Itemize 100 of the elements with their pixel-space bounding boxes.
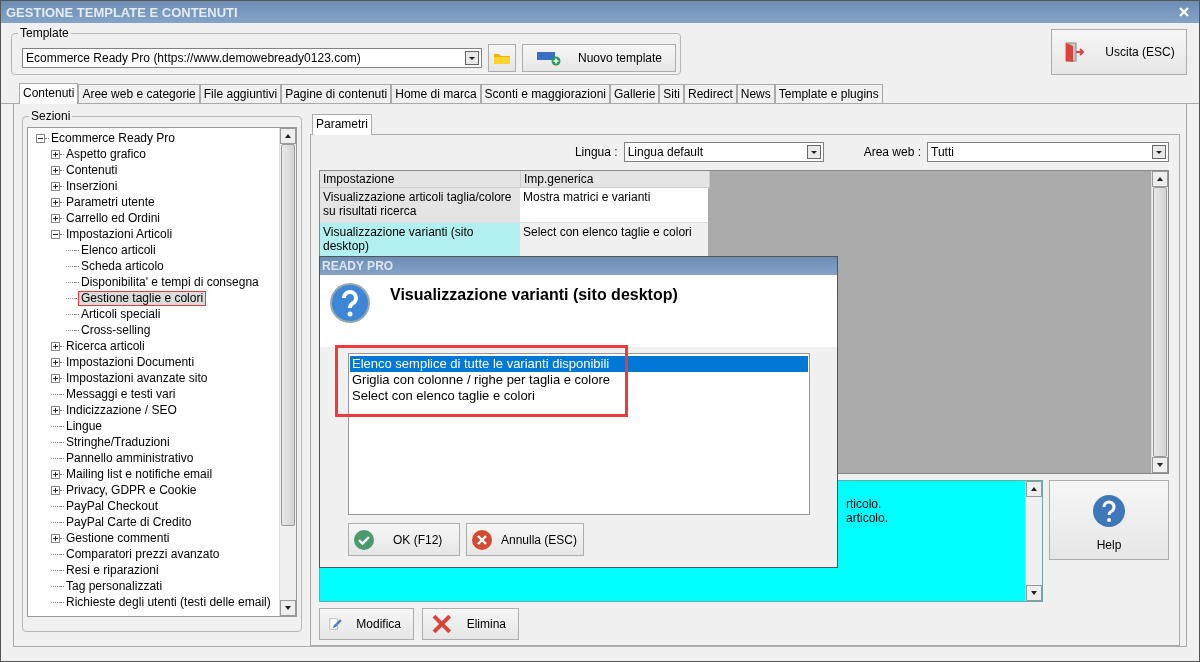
tree-item[interactable]: Resi e riparazioni xyxy=(64,562,161,578)
tree-item[interactable]: Elenco articoli xyxy=(79,242,158,258)
help-button[interactable]: Help xyxy=(1049,480,1169,560)
edit-button[interactable]: Modifica xyxy=(319,608,414,640)
new-template-button[interactable]: Nuovo template xyxy=(522,44,676,72)
tab[interactable]: Pagine di contenuti xyxy=(281,84,392,103)
tree-item[interactable]: Articoli speciali xyxy=(79,306,163,322)
scroll-up-icon[interactable] xyxy=(1026,481,1042,497)
scrollbar[interactable] xyxy=(1151,171,1168,473)
tab[interactable]: Gallerie xyxy=(610,84,660,103)
table-row[interactable]: Visualizzazione articoli taglia/colore su risultati ricerca Mostra matrici e varianti xyxy=(320,188,708,223)
tree-item[interactable]: Carrello ed Ordini xyxy=(64,210,163,226)
folder-icon xyxy=(493,51,511,65)
list-option[interactable]: Select con elenco taglie e colori xyxy=(350,388,808,404)
tree-item[interactable]: Impostazioni Documenti xyxy=(64,354,197,370)
add-template-icon xyxy=(535,50,562,66)
tree-item[interactable]: Privacy, GDPR e Cookie xyxy=(64,482,199,498)
tree-item[interactable]: Gestione commenti xyxy=(64,530,172,546)
scroll-thumb[interactable] xyxy=(1153,187,1167,457)
scroll-down-icon[interactable] xyxy=(1026,585,1042,601)
expander-icon[interactable] xyxy=(51,469,60,479)
exit-button[interactable]: Uscita (ESC) xyxy=(1051,29,1187,75)
tree-item[interactable]: Impostazioni avanzate sito xyxy=(64,370,210,386)
tree-item[interactable]: Disponibilita' e tempi di consegna xyxy=(79,274,261,290)
scroll-down-icon[interactable] xyxy=(280,600,296,616)
tree-item[interactable]: Aspetto grafico xyxy=(64,146,149,162)
tab[interactable]: Siti xyxy=(659,84,685,103)
tree-item[interactable]: Parametri utente xyxy=(64,194,157,210)
tree-item[interactable]: Comparatori prezzi avanzato xyxy=(64,546,222,562)
expander-icon[interactable] xyxy=(51,485,60,495)
group-label: Template xyxy=(18,26,71,40)
delete-icon xyxy=(431,613,453,635)
check-icon xyxy=(353,528,375,551)
description-text: rticolo. xyxy=(846,497,883,511)
tree-item[interactable]: Pannello amministrativo xyxy=(64,450,196,466)
expander-icon[interactable] xyxy=(51,213,60,223)
tab[interactable]: Aree web e categorie xyxy=(78,84,200,103)
scroll-thumb[interactable] xyxy=(281,144,295,526)
tree-item[interactable]: Tag personalizzati xyxy=(64,578,165,594)
tree-item[interactable]: Impostazioni Articoli xyxy=(64,226,175,242)
list-option[interactable]: Elenco semplice di tutte le varianti disponibili xyxy=(350,356,808,372)
tree-item[interactable]: Ricerca articoli xyxy=(64,338,147,354)
expander-icon[interactable] xyxy=(51,165,60,175)
scroll-up-icon[interactable] xyxy=(1152,171,1168,187)
delete-button[interactable]: Elimina xyxy=(422,608,519,640)
dialog-title: READY PRO xyxy=(322,259,394,273)
help-icon xyxy=(1092,494,1126,528)
list-option[interactable]: Griglia con colonne / righe per taglia e colore xyxy=(350,372,808,388)
expander-icon[interactable] xyxy=(51,405,60,415)
expander-icon[interactable] xyxy=(51,341,60,351)
tab[interactable]: Template e plugins xyxy=(774,84,883,103)
tree-item[interactable]: Inserzioni xyxy=(64,178,120,194)
window-title: GESTIONE TEMPLATE E CONTENUTI xyxy=(6,4,238,20)
expander-icon[interactable] xyxy=(51,533,60,543)
tree-item[interactable]: Stringhe/Traduzioni xyxy=(64,434,172,450)
close-icon[interactable] xyxy=(1179,7,1189,17)
tab[interactable]: Redirect xyxy=(684,84,737,103)
tab[interactable]: Contenuti xyxy=(19,83,79,104)
tree-item[interactable]: Richieste degli utenti (testi delle email) xyxy=(64,594,273,610)
tab[interactable]: File aggiuntivi xyxy=(199,84,282,103)
tree-item[interactable]: Ecommerce Ready Pro xyxy=(49,130,178,146)
table-row[interactable]: Visualizzazione varianti (sito desktop) Select con elenco taglie e colori xyxy=(320,223,708,258)
description-text: articolo. xyxy=(846,511,890,525)
tree-item[interactable]: Messaggi e testi vari xyxy=(64,386,178,402)
expander-icon[interactable] xyxy=(51,357,60,367)
tree-item[interactable]: Contenuti xyxy=(64,162,120,178)
scroll-down-icon[interactable] xyxy=(1152,457,1168,473)
expander-icon[interactable] xyxy=(51,181,60,191)
scrollbar[interactable] xyxy=(279,128,296,616)
filter-dropdown[interactable]: Tutti xyxy=(927,142,1169,162)
tree-item[interactable]: Scheda articolo xyxy=(79,258,166,274)
tree-item[interactable]: PayPal Carte di Credito xyxy=(64,514,194,530)
tree-item[interactable]: Cross-selling xyxy=(79,322,153,338)
cancel-button[interactable]: Annulla (ESC) xyxy=(466,523,584,556)
tab[interactable]: News xyxy=(736,84,775,103)
template-dropdown[interactable]: Ecommerce Ready Pro (https://www.demowebready0123.com) xyxy=(22,48,482,68)
column-header: Impostazione xyxy=(320,171,521,188)
scrollbar[interactable] xyxy=(1025,481,1042,601)
ok-button[interactable]: OK (F12) xyxy=(348,523,460,556)
filter-dropdown[interactable]: Lingua default xyxy=(623,142,824,162)
table-cell: Mostra matrici e varianti xyxy=(520,188,708,223)
table-cell: Visualizzazione articoli taglia/colore su risultati ricerca xyxy=(320,188,520,223)
tab[interactable]: Home di marca xyxy=(391,84,481,103)
tree-item[interactable]: Indicizzazione / SEO xyxy=(64,402,179,418)
tree-item[interactable]: Gestione taglie e colori xyxy=(79,291,206,305)
expander-icon[interactable] xyxy=(51,149,60,159)
expander-icon[interactable] xyxy=(51,229,60,239)
expander-icon[interactable] xyxy=(51,197,60,207)
group-label: Sezioni xyxy=(29,109,73,123)
cancel-icon xyxy=(471,528,493,551)
expander-icon[interactable] xyxy=(36,133,45,143)
table-cell: Visualizzazione varianti (sito desktop) xyxy=(320,223,520,258)
tab[interactable]: Sconti e maggiorazioni xyxy=(480,84,610,103)
tree-item[interactable]: PayPal Checkout xyxy=(64,498,161,514)
tree-item[interactable]: Mailing list e notifiche email xyxy=(64,466,215,482)
expander-icon[interactable] xyxy=(51,373,60,383)
tab[interactable]: Parametri xyxy=(312,114,372,135)
tree-item[interactable]: Lingue xyxy=(64,418,105,434)
scroll-up-icon[interactable] xyxy=(280,128,296,144)
dialog-heading: Visualizzazione varianti (sito desktop) xyxy=(390,286,678,304)
